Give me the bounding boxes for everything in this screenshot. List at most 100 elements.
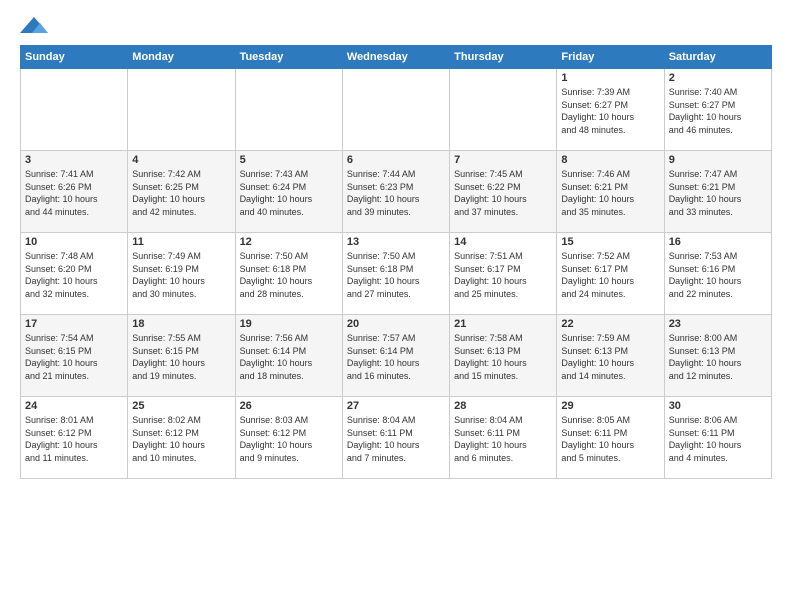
day-number: 27 xyxy=(347,400,445,412)
calendar-cell: 30Sunrise: 8:06 AMSunset: 6:11 PMDayligh… xyxy=(664,397,771,479)
day-info: Sunrise: 7:42 AMSunset: 6:25 PMDaylight:… xyxy=(132,168,230,218)
day-info: Sunrise: 8:06 AMSunset: 6:11 PMDaylight:… xyxy=(669,414,767,464)
day-info: Sunrise: 8:04 AMSunset: 6:11 PMDaylight:… xyxy=(454,414,552,464)
calendar-cell: 8 Sunrise: 7:46 AMSunset: 6:21 PMDaylight… xyxy=(557,151,664,233)
day-number: 21 xyxy=(454,318,552,330)
calendar-week-1: 1 Sunrise: 7:39 AMSunset: 6:27 PMDaylight… xyxy=(21,69,772,151)
day-number: 13 xyxy=(347,236,445,248)
day-info: Sunrise: 7:50 AMSunset: 6:18 PMDaylight:… xyxy=(240,250,338,300)
day-number: 26 xyxy=(240,400,338,412)
day-number: 10 xyxy=(25,236,123,248)
header xyxy=(20,15,772,37)
calendar-cell xyxy=(21,69,128,151)
day-number: 18 xyxy=(132,318,230,330)
day-info: Sunrise: 7:56 AMSunset: 6:14 PMDaylight:… xyxy=(240,332,338,382)
calendar-cell: 23 Sunrise: 8:00 AMSunset: 6:13 PMDayligh… xyxy=(664,315,771,397)
day-info: Sunrise: 7:48 AMSunset: 6:20 PMDaylight:… xyxy=(25,250,123,300)
logo-area xyxy=(20,15,52,37)
calendar-week-4: 17 Sunrise: 7:54 AMSunset: 6:15 PMDayligh… xyxy=(21,315,772,397)
calendar-cell: 19 Sunrise: 7:56 AMSunset: 6:14 PMDayligh… xyxy=(235,315,342,397)
weekday-header-sunday: Sunday xyxy=(21,46,128,69)
day-info: Sunrise: 7:53 AMSunset: 6:16 PMDaylight:… xyxy=(669,250,767,300)
calendar-cell: 18 Sunrise: 7:55 AMSunset: 6:15 PMDayligh… xyxy=(128,315,235,397)
day-info: Sunrise: 7:46 AMSunset: 6:21 PMDaylight:… xyxy=(561,168,659,218)
calendar-cell xyxy=(128,69,235,151)
calendar-cell: 6 Sunrise: 7:44 AMSunset: 6:23 PMDaylight… xyxy=(342,151,449,233)
calendar-cell: 22 Sunrise: 7:59 AMSunset: 6:13 PMDayligh… xyxy=(557,315,664,397)
day-number: 1 xyxy=(561,72,659,84)
day-info: Sunrise: 7:45 AMSunset: 6:22 PMDaylight:… xyxy=(454,168,552,218)
calendar-cell: 4Sunrise: 7:42 AMSunset: 6:25 PMDaylight… xyxy=(128,151,235,233)
calendar-cell: 25 Sunrise: 8:02 AMSunset: 6:12 PMDayligh… xyxy=(128,397,235,479)
calendar-cell: 9 Sunrise: 7:47 AMSunset: 6:21 PMDaylight… xyxy=(664,151,771,233)
day-info: Sunrise: 7:41 AMSunset: 6:26 PMDaylight:… xyxy=(25,168,123,218)
calendar-cell: 13 Sunrise: 7:50 AMSunset: 6:18 PMDayligh… xyxy=(342,233,449,315)
day-info: Sunrise: 8:00 AMSunset: 6:13 PMDaylight:… xyxy=(669,332,767,382)
day-info: Sunrise: 7:47 AMSunset: 6:21 PMDaylight:… xyxy=(669,168,767,218)
weekday-header-friday: Friday xyxy=(557,46,664,69)
calendar-cell: 24Sunrise: 8:01 AMSunset: 6:12 PMDayligh… xyxy=(21,397,128,479)
calendar-cell: 29Sunrise: 8:05 AMSunset: 6:11 PMDayligh… xyxy=(557,397,664,479)
day-number: 3 xyxy=(25,154,123,166)
calendar: SundayMondayTuesdayWednesdayThursdayFrid… xyxy=(20,45,772,479)
day-number: 12 xyxy=(240,236,338,248)
day-number: 29 xyxy=(561,400,659,412)
day-info: Sunrise: 8:02 AMSunset: 6:12 PMDaylight:… xyxy=(132,414,230,464)
day-number: 17 xyxy=(25,318,123,330)
calendar-cell: 3 Sunrise: 7:41 AMSunset: 6:26 PMDaylight… xyxy=(21,151,128,233)
calendar-cell: 16 Sunrise: 7:53 AMSunset: 6:16 PMDayligh… xyxy=(664,233,771,315)
day-number: 28 xyxy=(454,400,552,412)
day-info: Sunrise: 7:55 AMSunset: 6:15 PMDaylight:… xyxy=(132,332,230,382)
weekday-header-thursday: Thursday xyxy=(450,46,557,69)
day-info: Sunrise: 8:01 AMSunset: 6:12 PMDaylight:… xyxy=(25,414,123,464)
calendar-cell: 26 Sunrise: 8:03 AMSunset: 6:12 PMDayligh… xyxy=(235,397,342,479)
day-number: 19 xyxy=(240,318,338,330)
day-number: 6 xyxy=(347,154,445,166)
calendar-cell: 11 Sunrise: 7:49 AMSunset: 6:19 PMDayligh… xyxy=(128,233,235,315)
day-number: 23 xyxy=(669,318,767,330)
day-info: Sunrise: 8:04 AMSunset: 6:11 PMDaylight:… xyxy=(347,414,445,464)
day-number: 11 xyxy=(132,236,230,248)
day-info: Sunrise: 7:49 AMSunset: 6:19 PMDaylight:… xyxy=(132,250,230,300)
calendar-cell: 21 Sunrise: 7:58 AMSunset: 6:13 PMDayligh… xyxy=(450,315,557,397)
calendar-cell: 15Sunrise: 7:52 AMSunset: 6:17 PMDayligh… xyxy=(557,233,664,315)
day-info: Sunrise: 7:51 AMSunset: 6:17 PMDaylight:… xyxy=(454,250,552,300)
day-info: Sunrise: 7:50 AMSunset: 6:18 PMDaylight:… xyxy=(347,250,445,300)
day-number: 8 xyxy=(561,154,659,166)
day-number: 15 xyxy=(561,236,659,248)
logo xyxy=(20,15,52,37)
day-info: Sunrise: 7:59 AMSunset: 6:13 PMDaylight:… xyxy=(561,332,659,382)
calendar-cell: 10 Sunrise: 7:48 AMSunset: 6:20 PMDayligh… xyxy=(21,233,128,315)
weekday-header-wednesday: Wednesday xyxy=(342,46,449,69)
calendar-cell: 17 Sunrise: 7:54 AMSunset: 6:15 PMDayligh… xyxy=(21,315,128,397)
calendar-week-5: 24Sunrise: 8:01 AMSunset: 6:12 PMDayligh… xyxy=(21,397,772,479)
day-info: Sunrise: 7:44 AMSunset: 6:23 PMDaylight:… xyxy=(347,168,445,218)
calendar-cell xyxy=(342,69,449,151)
page: SundayMondayTuesdayWednesdayThursdayFrid… xyxy=(0,0,792,612)
calendar-cell: 12 Sunrise: 7:50 AMSunset: 6:18 PMDayligh… xyxy=(235,233,342,315)
calendar-cell: 28 Sunrise: 8:04 AMSunset: 6:11 PMDayligh… xyxy=(450,397,557,479)
day-info: Sunrise: 8:03 AMSunset: 6:12 PMDaylight:… xyxy=(240,414,338,464)
day-info: Sunrise: 7:57 AMSunset: 6:14 PMDaylight:… xyxy=(347,332,445,382)
calendar-cell: 2Sunrise: 7:40 AMSunset: 6:27 PMDaylight… xyxy=(664,69,771,151)
calendar-week-2: 3 Sunrise: 7:41 AMSunset: 6:26 PMDaylight… xyxy=(21,151,772,233)
calendar-cell: 14 Sunrise: 7:51 AMSunset: 6:17 PMDayligh… xyxy=(450,233,557,315)
weekday-header-saturday: Saturday xyxy=(664,46,771,69)
calendar-cell: 7Sunrise: 7:45 AMSunset: 6:22 PMDaylight… xyxy=(450,151,557,233)
day-number: 16 xyxy=(669,236,767,248)
day-number: 5 xyxy=(240,154,338,166)
day-number: 22 xyxy=(561,318,659,330)
weekday-header-tuesday: Tuesday xyxy=(235,46,342,69)
day-number: 9 xyxy=(669,154,767,166)
calendar-cell: 5 Sunrise: 7:43 AMSunset: 6:24 PMDaylight… xyxy=(235,151,342,233)
calendar-week-3: 10 Sunrise: 7:48 AMSunset: 6:20 PMDayligh… xyxy=(21,233,772,315)
day-info: Sunrise: 7:58 AMSunset: 6:13 PMDaylight:… xyxy=(454,332,552,382)
day-number: 14 xyxy=(454,236,552,248)
day-number: 25 xyxy=(132,400,230,412)
day-info: Sunrise: 7:43 AMSunset: 6:24 PMDaylight:… xyxy=(240,168,338,218)
day-info: Sunrise: 7:54 AMSunset: 6:15 PMDaylight:… xyxy=(25,332,123,382)
logo-icon xyxy=(20,15,48,37)
day-info: Sunrise: 7:39 AMSunset: 6:27 PMDaylight:… xyxy=(561,86,659,136)
calendar-cell: 20Sunrise: 7:57 AMSunset: 6:14 PMDayligh… xyxy=(342,315,449,397)
calendar-cell: 27 Sunrise: 8:04 AMSunset: 6:11 PMDayligh… xyxy=(342,397,449,479)
